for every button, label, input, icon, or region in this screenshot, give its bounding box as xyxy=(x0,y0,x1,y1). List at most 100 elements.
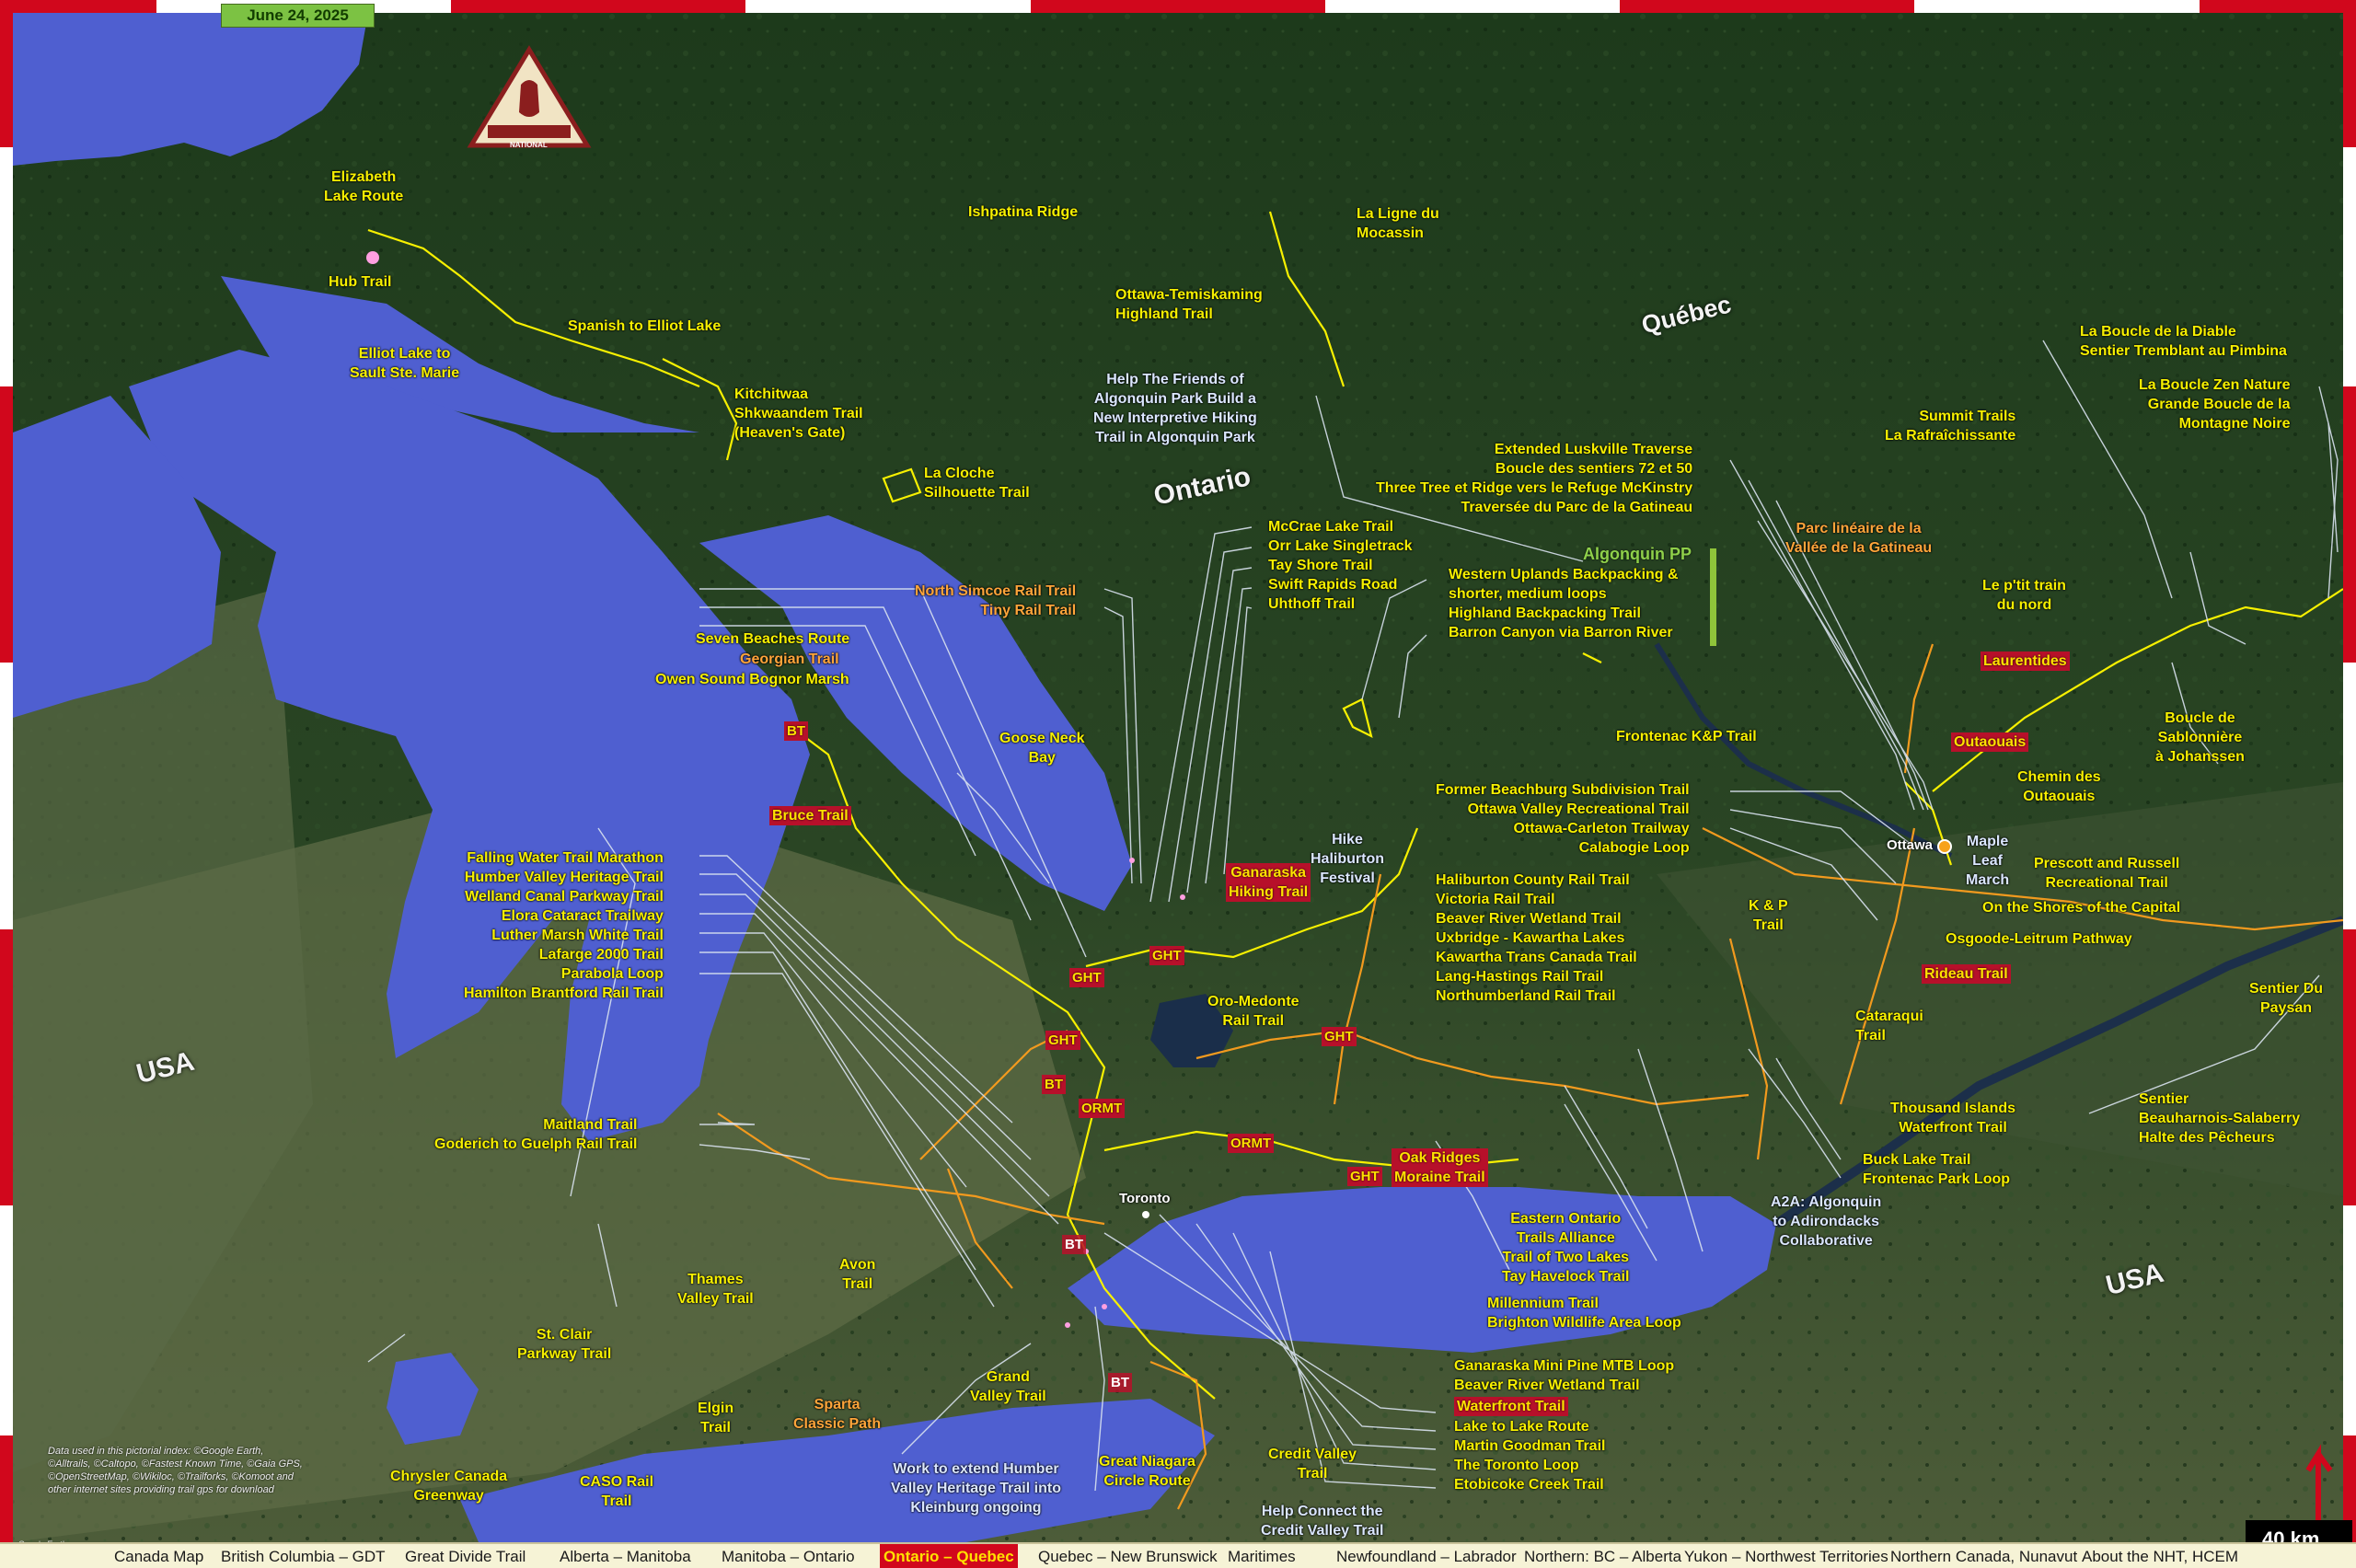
trail-la-cloche[interactable]: La Cloche Silhouette Trail xyxy=(924,464,1030,502)
trail-ght-1[interactable]: GHT xyxy=(1069,968,1104,987)
trail-caso[interactable]: CASO Rail Trail xyxy=(580,1472,653,1511)
trail-maple-leaf[interactable]: Maple Leaf March xyxy=(1966,832,2009,890)
trail-maitland[interactable]: Maitland Trail Goderich to Guelph Rail T… xyxy=(434,1115,637,1154)
border-seg xyxy=(0,929,13,1205)
nav-item-13[interactable]: About the NHT, HCEM xyxy=(2082,1544,2238,1568)
logo-bottom-text: NATIONAL xyxy=(510,141,548,149)
logo-footprint xyxy=(519,80,539,117)
trail-bruce[interactable]: Bruce Trail xyxy=(769,806,851,825)
border-seg xyxy=(0,386,13,663)
trail-frontenac-kp[interactable]: Frontenac K&P Trail xyxy=(1616,727,1757,746)
trail-seven-beaches[interactable]: Seven Beaches Route xyxy=(696,629,849,649)
trail-ght-4[interactable]: GHT xyxy=(1322,1027,1357,1046)
trail-ormt-1[interactable]: ORMT xyxy=(1079,1099,1126,1118)
trail-cataraqui[interactable]: Cataraqui Trail xyxy=(1855,1007,1923,1045)
help-algonquin[interactable]: Help The Friends of Algonquin Park Build… xyxy=(1093,370,1257,447)
nav-item-2[interactable]: British Columbia – GDT xyxy=(221,1544,386,1568)
trail-chrysler[interactable]: Chrysler Canada Greenway xyxy=(390,1467,507,1505)
humber-extend-note[interactable]: Work to extend Humber Valley Heritage Tr… xyxy=(891,1459,1061,1517)
trail-ligne-mocassin[interactable]: La Ligne du Mocassin xyxy=(1357,204,1439,243)
trail-georgian[interactable]: Georgian Trail xyxy=(740,650,839,669)
trail-parc-lineaire[interactable]: Parc linéaire de la Vallée de la Gatinea… xyxy=(1785,519,1932,558)
trail-bt-north[interactable]: BT xyxy=(784,721,808,741)
nav-item-12[interactable]: Northern Canada, Nunavut xyxy=(1890,1544,2077,1568)
trail-ganaraska-hiking[interactable]: Ganaraska Hiking Trail xyxy=(1226,863,1311,902)
trail-kp[interactable]: K & P Trail xyxy=(1749,896,1788,935)
park-label-algonquin: Algonquin PP xyxy=(1583,545,1692,563)
trail-ishpatina[interactable]: Ishpatina Ridge xyxy=(968,202,1078,222)
border-seg xyxy=(451,0,745,13)
trail-hub[interactable]: Hub Trail xyxy=(329,272,391,292)
trail-group-muskoka[interactable]: McCrae Lake Trail Orr Lake Singletrack T… xyxy=(1268,517,1413,614)
trail-group-kawartha[interactable]: Haliburton County Rail Trail Victoria Ra… xyxy=(1436,870,1637,1006)
trail-ght-3[interactable]: GHT xyxy=(1045,1031,1080,1050)
region-laurentides[interactable]: Laurentides xyxy=(1981,651,2070,671)
trail-ormt-2[interactable]: ORMT xyxy=(1228,1134,1275,1153)
trail-bt-toronto[interactable]: BT xyxy=(1062,1235,1086,1254)
nav-item-4[interactable]: Alberta – Manitoba xyxy=(560,1544,691,1568)
trail-oak-ridges[interactable]: Oak Ridges Moraine Trail xyxy=(1392,1148,1488,1187)
pink-marker xyxy=(1129,858,1135,863)
nav-item-8[interactable]: Maritimes xyxy=(1228,1544,1296,1568)
trail-elgin[interactable]: Elgin Trail xyxy=(698,1399,733,1437)
trail-group-millennium[interactable]: Millennium Trail Brighton Wildlife Area … xyxy=(1487,1294,1681,1332)
nav-item-11[interactable]: Yukon – Northwest Territories xyxy=(1684,1544,1888,1568)
trail-ottawa-temiskaming[interactable]: Ottawa-Temiskaming Highland Trail xyxy=(1115,285,1263,324)
trail-north-simcoe[interactable]: North Simcoe Rail Trail Tiny Rail Trail xyxy=(915,582,1076,620)
trail-boucle-sablonniere[interactable]: Boucle de Sablonnière à Johanssen xyxy=(2155,709,2245,767)
trail-boucle-zen[interactable]: La Boucle Zen Nature Grande Boucle de la… xyxy=(2139,375,2290,433)
trail-sparta[interactable]: Sparta Classic Path xyxy=(793,1395,881,1434)
trail-group-eastern-ontario[interactable]: Eastern Ontario Trails Alliance Trail of… xyxy=(1502,1209,1629,1286)
trail-niagara[interactable]: Great Niagara Circle Route xyxy=(1099,1452,1195,1491)
trail-ght-5[interactable]: GHT xyxy=(1347,1167,1382,1186)
trail-bt-south[interactable]: BT xyxy=(1108,1373,1132,1392)
nav-item-6[interactable]: Ontario – Quebec xyxy=(880,1544,1018,1568)
trail-spanish-elliot[interactable]: Spanish to Elliot Lake xyxy=(568,317,721,336)
trail-avon[interactable]: Avon Trail xyxy=(839,1255,875,1294)
trail-group-ottawa-valley[interactable]: Former Beachburg Subdivision Trail Ottaw… xyxy=(1436,780,1690,858)
nav-item-9[interactable]: Newfoundland – Labrador xyxy=(1336,1544,1517,1568)
trail-boucle-diable[interactable]: La Boucle de la Diable Sentier Tremblant… xyxy=(2080,322,2287,361)
nav-item-1[interactable]: Canada Map xyxy=(114,1544,203,1568)
trail-waterfront[interactable]: Waterfront Trail xyxy=(1454,1397,1568,1416)
trail-ght-2[interactable]: GHT xyxy=(1149,946,1184,965)
nav-item-7[interactable]: Quebec – New Brunswick xyxy=(1038,1544,1218,1568)
trail-owen-sound[interactable]: Owen Sound Bognor Marsh xyxy=(655,670,849,689)
trail-bt-mid[interactable]: BT xyxy=(1042,1075,1066,1094)
trail-ptit-train[interactable]: Le p'tit train du nord xyxy=(1982,576,2066,615)
nav-item-10[interactable]: Northern: BC – Alberta xyxy=(1524,1544,1681,1568)
trail-group-gatineau[interactable]: Extended Luskville Traverse Boucle des s… xyxy=(1376,440,1692,517)
trail-kitchitwaa[interactable]: Kitchitwaa Shkwaandem Trail (Heaven's Ga… xyxy=(734,385,863,443)
help-credit-valley[interactable]: Help Connect the Credit Valley Trail xyxy=(1261,1502,1383,1540)
trail-a2a[interactable]: A2A: Algonquin to Adirondacks Collaborat… xyxy=(1771,1193,1881,1251)
trail-summit[interactable]: Summit Trails La Rafraîchissante xyxy=(1885,407,2015,445)
border-right-bg xyxy=(2343,0,2356,1568)
trail-credit-valley[interactable]: Credit Valley Trail xyxy=(1268,1445,1357,1483)
trail-sentier-paysan[interactable]: Sentier Du Paysan xyxy=(2249,979,2323,1018)
trail-st-clair[interactable]: St. Clair Parkway Trail xyxy=(517,1325,611,1364)
trail-goose-neck[interactable]: Goose Neck Bay xyxy=(999,729,1084,767)
trail-elliot-lake-sault[interactable]: Elliot Lake to Sault Ste. Marie xyxy=(350,344,459,383)
trail-hike-haliburton[interactable]: Hike Haliburton Festival xyxy=(1311,830,1384,888)
trail-osgoode[interactable]: Osgoode-Leitrum Pathway xyxy=(1946,929,2132,949)
trail-thousand-islands[interactable]: Thousand Islands Waterfront Trail xyxy=(1890,1099,2015,1137)
trail-group-toronto[interactable]: Lake to Lake Route Martin Goodman Trail … xyxy=(1454,1417,1605,1494)
trail-shores-capital[interactable]: On the Shores of the Capital xyxy=(1982,898,2180,917)
trail-beauharnois[interactable]: Sentier Beauharnois-Salaberry Halte des … xyxy=(2139,1090,2300,1147)
trail-chemin-outaouais[interactable]: Chemin des Outaouais xyxy=(2017,767,2101,806)
trail-thames-valley[interactable]: Thames Valley Trail xyxy=(677,1270,754,1309)
trail-prescott-russell[interactable]: Prescott and Russell Recreational Trail xyxy=(2034,854,2179,893)
trail-group-algonquin[interactable]: Western Uplands Backpacking & shorter, m… xyxy=(1449,565,1679,642)
trail-buck-lake[interactable]: Buck Lake Trail Frontenac Park Loop xyxy=(1863,1150,2010,1189)
nav-item-5[interactable]: Manitoba – Ontario xyxy=(722,1544,855,1568)
algonquin-park-bar xyxy=(1710,548,1716,646)
trail-group-lakeshore[interactable]: Ganaraska Mini Pine MTB Loop Beaver Rive… xyxy=(1454,1356,1674,1395)
region-outaouais[interactable]: Outaouais xyxy=(1951,732,2029,752)
city-ottawa: Ottawa xyxy=(1887,837,1934,853)
trail-group-southwest[interactable]: Falling Water Trail Marathon Humber Vall… xyxy=(464,848,664,1003)
trail-elizabeth-lake[interactable]: Elizabeth Lake Route xyxy=(324,167,403,206)
nav-item-3[interactable]: Great Divide Trail xyxy=(405,1544,525,1568)
trail-oro-medonte[interactable]: Oro-Medonte Rail Trail xyxy=(1207,992,1299,1031)
trail-rideau[interactable]: Rideau Trail xyxy=(1922,964,2011,984)
trail-grand-valley[interactable]: Grand Valley Trail xyxy=(970,1367,1046,1406)
